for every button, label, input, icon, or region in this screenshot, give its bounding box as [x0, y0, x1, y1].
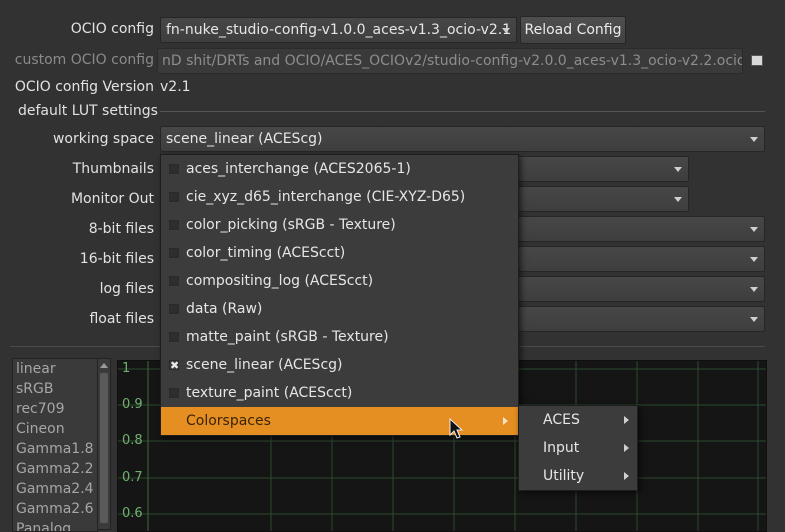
ocio-config-label: OCIO config [70, 21, 154, 37]
lut-list[interactable]: linear sRGB rec709 Cineon Gamma1.8 Gamma… [12, 358, 98, 532]
thumbnails-label: Thumbnails [72, 161, 154, 177]
checkbox-icon [169, 388, 179, 398]
y-tick-label: 0.6 [122, 506, 143, 521]
checkbox-icon [169, 332, 179, 342]
menu-item-color-timing[interactable]: color_timing (ACEScct) [161, 239, 518, 267]
chevron-right-icon [624, 444, 629, 452]
y-tick-label: 0.9 [122, 397, 143, 412]
working-space-menu[interactable]: aces_interchange (ACES2065-1) cie_xyz_d6… [160, 154, 519, 436]
list-item[interactable]: linear [13, 359, 97, 379]
chevron-down-icon [750, 137, 758, 142]
checkbox-icon [169, 304, 179, 314]
chevron-down-icon [750, 317, 758, 322]
ocio-version-value: v2.1 [160, 79, 191, 95]
menu-item-compositing-log[interactable]: compositing_log (ACEScct) [161, 267, 518, 295]
list-item[interactable]: Gamma2.6 [13, 499, 97, 519]
submenu-item-utility[interactable]: Utility [519, 462, 637, 490]
ocio-config-dropdown[interactable]: fn-nuke_studio-config-v1.0.0_aces-v1.3_o… [160, 17, 517, 43]
chevron-down-icon [674, 197, 682, 202]
menu-item-matte-paint[interactable]: matte_paint (sRGB - Texture) [161, 323, 518, 351]
chevron-right-icon [503, 417, 508, 425]
chevron-down-icon [750, 257, 758, 262]
submenu-item-input[interactable]: Input [519, 434, 637, 462]
section-divider [160, 111, 765, 112]
y-tick-label: 0.8 [122, 433, 143, 448]
mouse-cursor-icon [449, 418, 464, 439]
working-space-dropdown[interactable]: scene_linear (ACEScg) [160, 126, 765, 152]
default-lut-settings-label: default LUT settings [18, 103, 158, 119]
y-tick-label: 0.7 [122, 470, 143, 485]
checkbox-icon [169, 276, 179, 286]
checkbox-icon [169, 164, 179, 174]
8bit-files-label: 8-bit files [88, 221, 154, 237]
chevron-down-icon [502, 28, 510, 33]
checkbox-icon [169, 192, 179, 202]
monitor-out-label: Monitor Out [70, 191, 154, 207]
list-item[interactable]: Gamma1.8 [13, 439, 97, 459]
list-item[interactable]: Panalog [13, 519, 97, 531]
menu-item-color-picking[interactable]: color_picking (sRGB - Texture) [161, 211, 518, 239]
custom-ocio-config-label: custom OCIO config [14, 52, 154, 68]
reload-config-button[interactable]: Reload Config [520, 16, 626, 44]
16bit-files-label: 16-bit files [79, 251, 154, 267]
menu-item-scene-linear[interactable]: ✖ scene_linear (ACEScg) [161, 351, 518, 379]
chevron-down-icon [750, 287, 758, 292]
scroll-up-icon[interactable] [100, 363, 108, 368]
working-space-label: working space [52, 131, 154, 147]
list-item[interactable]: Cineon [13, 419, 97, 439]
y-tick-label: 1 [122, 361, 131, 376]
colorspaces-submenu[interactable]: ACES Input Utility [518, 405, 638, 491]
scroll-thumb[interactable] [100, 373, 108, 523]
log-files-label: log files [99, 281, 154, 297]
chevron-down-icon [674, 167, 682, 172]
list-item[interactable]: sRGB [13, 379, 97, 399]
list-item[interactable]: rec709 [13, 399, 97, 419]
list-item[interactable]: Gamma2.2 [13, 459, 97, 479]
menu-item-aces-interchange[interactable]: aces_interchange (ACES2065-1) [161, 155, 518, 183]
working-space-value: scene_linear (ACEScg) [166, 131, 323, 147]
custom-ocio-config-field[interactable]: nD shit/DRTs and OCIO/ACES_OCIOv2/studio… [157, 48, 743, 74]
ocio-config-value: fn-nuke_studio-config-v1.0.0_aces-v1.3_o… [166, 22, 512, 38]
menu-item-texture-paint[interactable]: texture_paint (ACEScct) [161, 379, 518, 407]
folder-icon[interactable] [751, 55, 763, 66]
chevron-right-icon [624, 416, 629, 424]
submenu-item-aces[interactable]: ACES [519, 406, 637, 434]
checkbox-icon [169, 248, 179, 258]
chevron-right-icon [624, 472, 629, 480]
menu-item-data[interactable]: data (Raw) [161, 295, 518, 323]
menu-item-cie-xyz-d65-interchange[interactable]: cie_xyz_d65_interchange (CIE-XYZ-D65) [161, 183, 518, 211]
list-item[interactable]: Gamma2.4 [13, 479, 97, 499]
lut-list-scrollbar[interactable] [97, 358, 111, 530]
float-files-label: float files [89, 311, 154, 327]
chevron-down-icon [750, 227, 758, 232]
ocio-version-label: OCIO config Version [14, 79, 154, 95]
checkbox-icon [169, 220, 179, 230]
checkbox-checked-icon: ✖ [169, 359, 180, 372]
